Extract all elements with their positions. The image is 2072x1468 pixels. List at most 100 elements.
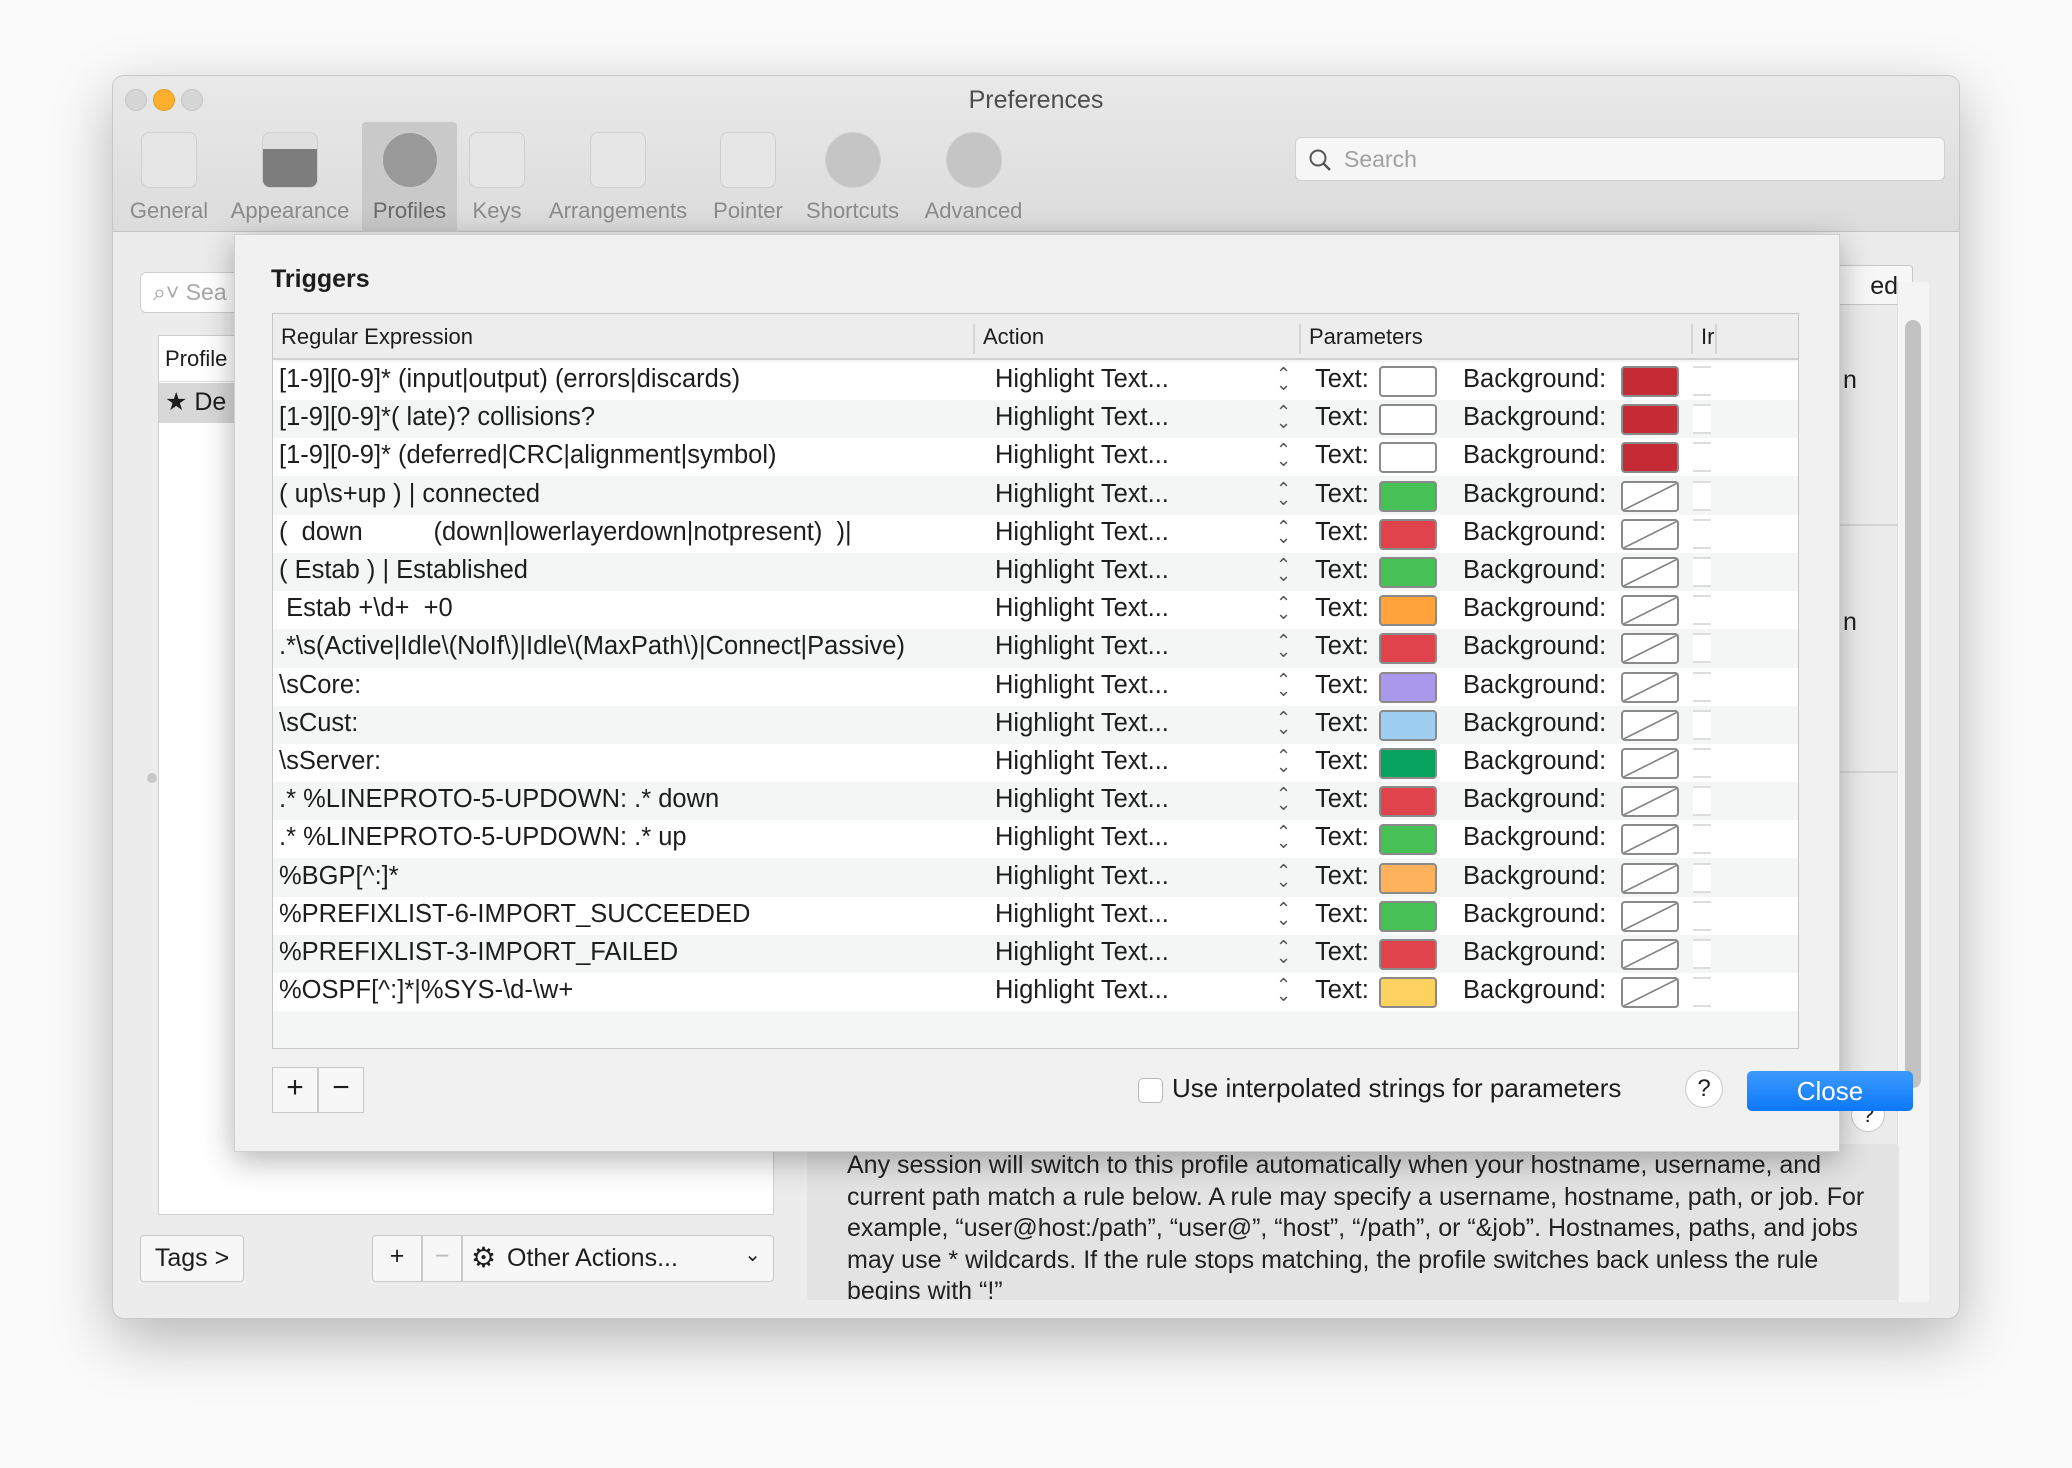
trigger-row[interactable]: .* %LINEPROTO-5-UPDOWN: .* down Highlight…	[273, 782, 1798, 821]
trigger-row[interactable]: %BGP[^:]* Highlight Text... ⌃ ⌄ Text: Backgro…	[273, 858, 1798, 897]
action-popup[interactable]: Highlight Text...	[995, 671, 1169, 700]
instant-checkbox[interactable]	[1693, 404, 1711, 435]
instant-checkbox[interactable]	[1693, 518, 1711, 549]
instant-checkbox[interactable]	[1693, 442, 1711, 473]
toolbar-item-profiles[interactable]: Profiles	[362, 122, 457, 232]
toolbar-item-shortcuts[interactable]: Shortcuts	[793, 122, 912, 232]
action-popup[interactable]: Highlight Text...	[995, 785, 1169, 814]
background-color-well[interactable]	[1621, 977, 1679, 1009]
action-popup[interactable]: Highlight Text...	[995, 976, 1169, 1005]
tags-button[interactable]: Tags >	[140, 1235, 244, 1282]
trigger-row[interactable]: \sCore: Highlight Text... ⌃ ⌄ Text: Backgroun…	[273, 667, 1798, 706]
add-trigger-button[interactable]: +	[272, 1067, 318, 1113]
regex-cell[interactable]: %PREFIXLIST-6-IMPORT_SUCCEEDED	[279, 900, 750, 929]
trigger-row[interactable]: [1-9][0-9]* (input|output) (errors|disca…	[273, 362, 1798, 400]
text-color-well[interactable]	[1379, 748, 1437, 779]
regex-cell[interactable]: \sCust:	[279, 709, 358, 738]
triggers-table[interactable]: Regular Expression Action Parameters Ir …	[272, 313, 1799, 1049]
background-color-well[interactable]	[1621, 786, 1679, 818]
trigger-row[interactable]: Estab +\d+ +0 Highlight Text... ⌃ ⌄ Text: Bac…	[273, 591, 1798, 630]
instant-checkbox[interactable]	[1693, 480, 1711, 511]
text-color-well[interactable]	[1379, 633, 1437, 665]
toolbar-item-appearance[interactable]: Appearance	[228, 122, 352, 232]
instant-checkbox[interactable]	[1693, 824, 1711, 855]
background-color-well[interactable]	[1621, 900, 1679, 932]
toolbar-item-general[interactable]: General	[113, 122, 225, 232]
action-popup[interactable]: Highlight Text...	[995, 365, 1169, 394]
regex-cell[interactable]: Estab +\d+ +0	[279, 594, 453, 623]
instant-checkbox[interactable]	[1693, 939, 1711, 969]
instant-checkbox[interactable]	[1693, 557, 1711, 587]
background-color-well[interactable]	[1621, 939, 1679, 970]
search-input[interactable]: Search	[1295, 137, 1945, 181]
action-popup[interactable]: Highlight Text...	[995, 709, 1169, 738]
action-popup[interactable]: Highlight Text...	[995, 441, 1169, 470]
background-color-well[interactable]	[1621, 862, 1679, 894]
text-color-well[interactable]	[1379, 900, 1437, 932]
trigger-row[interactable]: .*\s(Active|Idle\(NoIf\)|Idle\(MaxPath\)…	[273, 629, 1798, 668]
background-color-well[interactable]	[1621, 480, 1679, 512]
text-color-well[interactable]	[1379, 595, 1437, 627]
action-popup[interactable]: Highlight Text...	[995, 594, 1169, 623]
instant-checkbox[interactable]	[1693, 748, 1711, 778]
background-color-well[interactable]	[1621, 366, 1679, 397]
background-color-well[interactable]	[1621, 442, 1679, 474]
instant-checkbox[interactable]	[1693, 977, 1711, 1008]
background-color-well[interactable]	[1621, 595, 1679, 627]
remove-profile-button[interactable]: −	[422, 1235, 462, 1282]
regex-cell[interactable]: \sCore:	[279, 671, 361, 700]
text-color-well[interactable]	[1379, 977, 1437, 1009]
instant-checkbox[interactable]	[1693, 786, 1711, 817]
regex-cell[interactable]: .* %LINEPROTO-5-UPDOWN: .* up	[279, 823, 687, 852]
regex-cell[interactable]: [1-9][0-9]* (input|output) (errors|disca…	[279, 365, 740, 394]
instant-checkbox[interactable]	[1693, 671, 1711, 702]
action-popup[interactable]: Highlight Text...	[995, 823, 1169, 852]
interpolated-strings-label[interactable]: Use interpolated strings for parameters	[1172, 1073, 1621, 1104]
action-popup[interactable]: Highlight Text...	[995, 518, 1169, 547]
close-button[interactable]: Close	[1747, 1071, 1913, 1111]
regex-cell[interactable]: [1-9][0-9]* (deferred|CRC|alignment|symb…	[279, 441, 776, 470]
instant-checkbox[interactable]	[1693, 633, 1711, 664]
regex-cell[interactable]: %BGP[^:]*	[279, 862, 399, 891]
help-button[interactable]: ?	[1685, 1070, 1723, 1108]
column-header-instant[interactable]: Ir	[1691, 324, 1717, 354]
trigger-row[interactable]: \sCust: Highlight Text... ⌃ ⌄ Text: Backgroun…	[273, 705, 1798, 744]
trigger-row[interactable]: [1-9][0-9]* (deferred|CRC|alignment|symb…	[273, 438, 1798, 477]
instant-checkbox[interactable]	[1693, 366, 1711, 396]
trigger-row[interactable]: ( Estab ) | Established Highlight Text...…	[273, 553, 1798, 591]
background-color-well[interactable]	[1621, 709, 1679, 741]
action-popup[interactable]: Highlight Text...	[995, 900, 1169, 929]
interpolated-strings-checkbox[interactable]	[1138, 1078, 1163, 1103]
add-profile-button[interactable]: +	[372, 1235, 422, 1282]
text-color-well[interactable]	[1379, 709, 1437, 741]
text-color-well[interactable]	[1379, 824, 1437, 856]
split-handle[interactable]	[147, 773, 157, 783]
toolbar-item-pointer[interactable]: Pointer	[710, 122, 786, 232]
profile-search-input[interactable]: ⌕˅ Sea	[140, 272, 240, 313]
text-color-well[interactable]	[1379, 557, 1437, 588]
regex-cell[interactable]: .*\s(Active|Idle\(NoIf\)|Idle\(MaxPath\)…	[279, 632, 905, 661]
regex-cell[interactable]: ( up\s+up ) | connected	[279, 480, 540, 509]
trigger-row[interactable]: [1-9][0-9]*( late)? collisions? Highlight…	[273, 400, 1798, 439]
background-color-well[interactable]	[1621, 671, 1679, 703]
instant-checkbox[interactable]	[1693, 709, 1711, 740]
toolbar-item-keys[interactable]: Keys	[465, 122, 529, 232]
instant-checkbox[interactable]	[1693, 900, 1711, 931]
action-popup[interactable]: Highlight Text...	[995, 938, 1169, 967]
scrollbar-thumb[interactable]	[1905, 320, 1921, 1088]
toolbar-item-advanced[interactable]: Advanced	[923, 122, 1024, 232]
text-color-well[interactable]	[1379, 862, 1437, 894]
column-header-parameters[interactable]: Parameters	[1299, 324, 1423, 354]
text-color-well[interactable]	[1379, 366, 1437, 397]
trigger-row[interactable]: ( down (down|lowerlayerdown|notpresent) …	[273, 514, 1798, 553]
background-color-well[interactable]	[1621, 748, 1679, 779]
text-color-well[interactable]	[1379, 671, 1437, 703]
column-header-regex[interactable]: Regular Expression	[273, 324, 473, 354]
text-color-well[interactable]	[1379, 404, 1437, 436]
trigger-row[interactable]: \sServer: Highlight Text... ⌃ ⌄ Text: Backgro…	[273, 744, 1798, 782]
action-popup[interactable]: Highlight Text...	[995, 480, 1169, 509]
trigger-row[interactable]: %PREFIXLIST-3-IMPORT_FAILED Highlight Tex…	[273, 935, 1798, 973]
trigger-row[interactable]: .* %LINEPROTO-5-UPDOWN: .* up Highlight T…	[273, 820, 1798, 859]
text-color-well[interactable]	[1379, 518, 1437, 550]
instant-checkbox[interactable]	[1693, 595, 1711, 626]
